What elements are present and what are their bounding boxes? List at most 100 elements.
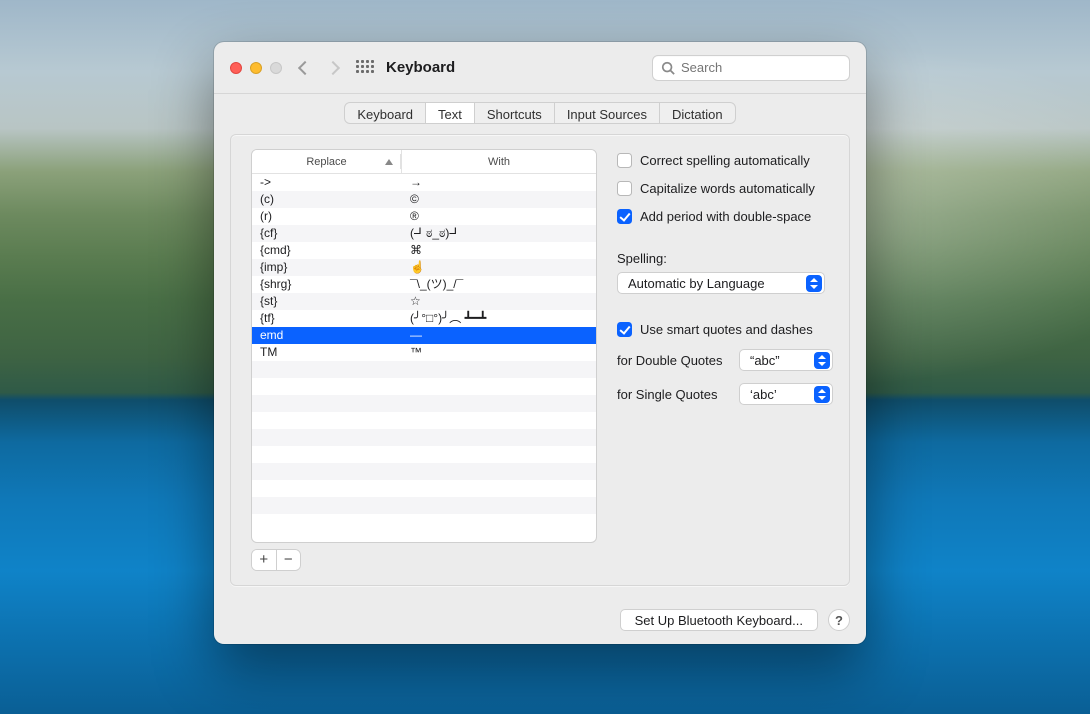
table-row-empty (252, 378, 596, 395)
cell-replace: {tf} (252, 310, 402, 327)
spelling-popup[interactable]: Automatic by Language (617, 272, 825, 294)
spelling-heading: Spelling: (617, 251, 833, 266)
sort-indicator-icon (385, 159, 393, 165)
correct-spelling-checkbox[interactable] (617, 153, 632, 168)
table-row-empty (252, 412, 596, 429)
table-row[interactable]: (c)© (252, 191, 596, 208)
spelling-value: Automatic by Language (628, 276, 765, 291)
double-space-period-row[interactable]: Add period with double-space (617, 205, 833, 227)
table-row[interactable]: (r)® (252, 208, 596, 225)
table-row[interactable]: {imp}☝ (252, 259, 596, 276)
help-button[interactable]: ? (828, 609, 850, 631)
cell-with: ¯\_(ツ)_/¯ (402, 276, 596, 293)
double-quotes-row: for Double Quotes “abc” (617, 346, 833, 374)
table-body[interactable]: ->→(c)©(r)®{cf}(┛ಠ_ಠ)┛{cmd}⌘{imp}☝{shrg}… (252, 174, 596, 542)
tab-dictation[interactable]: Dictation (660, 103, 735, 123)
table-header: Replace With (252, 150, 596, 174)
double-space-period-checkbox[interactable] (617, 209, 632, 224)
column-replace-label: Replace (306, 156, 346, 168)
minimize-window-button[interactable] (250, 62, 262, 74)
popup-arrows-icon (814, 352, 830, 369)
cell-replace: {cf} (252, 225, 402, 242)
table-row[interactable]: ->→ (252, 174, 596, 191)
replacements-column: Replace With ->→(c)©(r)®{cf}(┛ಠ_ಠ)┛{cmd}… (251, 149, 597, 571)
cell-replace: {st} (252, 293, 402, 310)
tab-row: Keyboard Text Shortcuts Input Sources Di… (214, 94, 866, 124)
table-row-empty (252, 463, 596, 480)
correct-spelling-row[interactable]: Correct spelling automatically (617, 149, 833, 171)
cell-with: ® (402, 208, 596, 225)
show-all-icon[interactable] (356, 60, 372, 76)
capitalize-row[interactable]: Capitalize words automatically (617, 177, 833, 199)
table-row[interactable]: {st}☆ (252, 293, 596, 310)
table-row-empty (252, 429, 596, 446)
cell-replace: TM (252, 344, 402, 361)
double-quotes-popup[interactable]: “abc” (739, 349, 833, 371)
single-quotes-popup[interactable]: ‘abc’ (739, 383, 833, 405)
cell-replace: {shrg} (252, 276, 402, 293)
add-button[interactable]: + (252, 550, 277, 570)
table-row[interactable]: TM™ (252, 344, 596, 361)
nav-arrows (300, 63, 338, 73)
table-row-empty (252, 480, 596, 497)
tab-control: Keyboard Text Shortcuts Input Sources Di… (344, 102, 735, 124)
bluetooth-keyboard-button[interactable]: Set Up Bluetooth Keyboard... (620, 609, 818, 631)
single-quotes-value: ‘abc’ (750, 387, 777, 402)
column-with-label: With (488, 156, 510, 168)
table-row[interactable]: emd— (252, 327, 596, 344)
window-controls (230, 62, 282, 74)
cell-replace: {imp} (252, 259, 402, 276)
remove-button[interactable]: − (277, 550, 301, 570)
cell-with: (┛ಠ_ಠ)┛ (402, 225, 596, 242)
capitalize-checkbox[interactable] (617, 181, 632, 196)
smart-quotes-checkbox[interactable] (617, 322, 632, 337)
table-row[interactable]: {shrg}¯\_(ツ)_/¯ (252, 276, 596, 293)
cell-replace: {cmd} (252, 242, 402, 259)
column-replace[interactable]: Replace (252, 150, 402, 173)
table-row[interactable]: {cmd}⌘ (252, 242, 596, 259)
capitalize-label: Capitalize words automatically (640, 181, 815, 196)
smart-quotes-row[interactable]: Use smart quotes and dashes (617, 318, 833, 340)
single-quotes-label: for Single Quotes (617, 387, 729, 402)
tab-keyboard[interactable]: Keyboard (345, 103, 426, 123)
double-quotes-label: for Double Quotes (617, 353, 729, 368)
cell-with: ☝ (402, 259, 596, 276)
correct-spelling-label: Correct spelling automatically (640, 153, 810, 168)
single-quotes-row: for Single Quotes ‘abc’ (617, 380, 833, 408)
window-footer: Set Up Bluetooth Keyboard... ? (214, 596, 866, 644)
smart-quotes-label: Use smart quotes and dashes (640, 322, 813, 337)
search-field-container[interactable] (652, 55, 850, 81)
cell-replace: (c) (252, 191, 402, 208)
zoom-window-button[interactable] (270, 62, 282, 74)
table-row-empty (252, 497, 596, 514)
table-row[interactable]: {tf}(╯°□°)╯︵ ┻━┻ (252, 310, 596, 327)
back-button[interactable] (298, 60, 312, 74)
cell-replace: -> (252, 174, 402, 191)
window-title: Keyboard (386, 59, 455, 76)
popup-arrows-icon (806, 275, 822, 292)
tab-shortcuts[interactable]: Shortcuts (475, 103, 555, 123)
table-row[interactable]: {cf}(┛ಠ_ಠ)┛ (252, 225, 596, 242)
options-column: Correct spelling automatically Capitaliz… (617, 149, 833, 571)
tab-input-sources[interactable]: Input Sources (555, 103, 660, 123)
tab-text[interactable]: Text (426, 103, 475, 123)
popup-arrows-icon (814, 386, 830, 403)
preferences-window: Keyboard Keyboard Text Shortcuts Input S… (214, 42, 866, 644)
double-quotes-value: “abc” (750, 353, 780, 368)
search-icon (661, 61, 675, 75)
column-with[interactable]: With (402, 150, 596, 173)
close-window-button[interactable] (230, 62, 242, 74)
cell-with: (╯°□°)╯︵ ┻━┻ (402, 310, 596, 327)
search-input[interactable] (681, 60, 841, 75)
cell-with: — (402, 327, 596, 344)
table-row-empty (252, 446, 596, 463)
replacements-table[interactable]: Replace With ->→(c)©(r)®{cf}(┛ಠ_ಠ)┛{cmd}… (251, 149, 597, 543)
cell-with: ™ (402, 344, 596, 361)
cell-replace: emd (252, 327, 402, 344)
cell-with: ☆ (402, 293, 596, 310)
forward-button[interactable] (326, 60, 340, 74)
titlebar: Keyboard (214, 42, 866, 94)
cell-replace: (r) (252, 208, 402, 225)
table-row-empty (252, 395, 596, 412)
cell-with: ⌘ (402, 242, 596, 259)
